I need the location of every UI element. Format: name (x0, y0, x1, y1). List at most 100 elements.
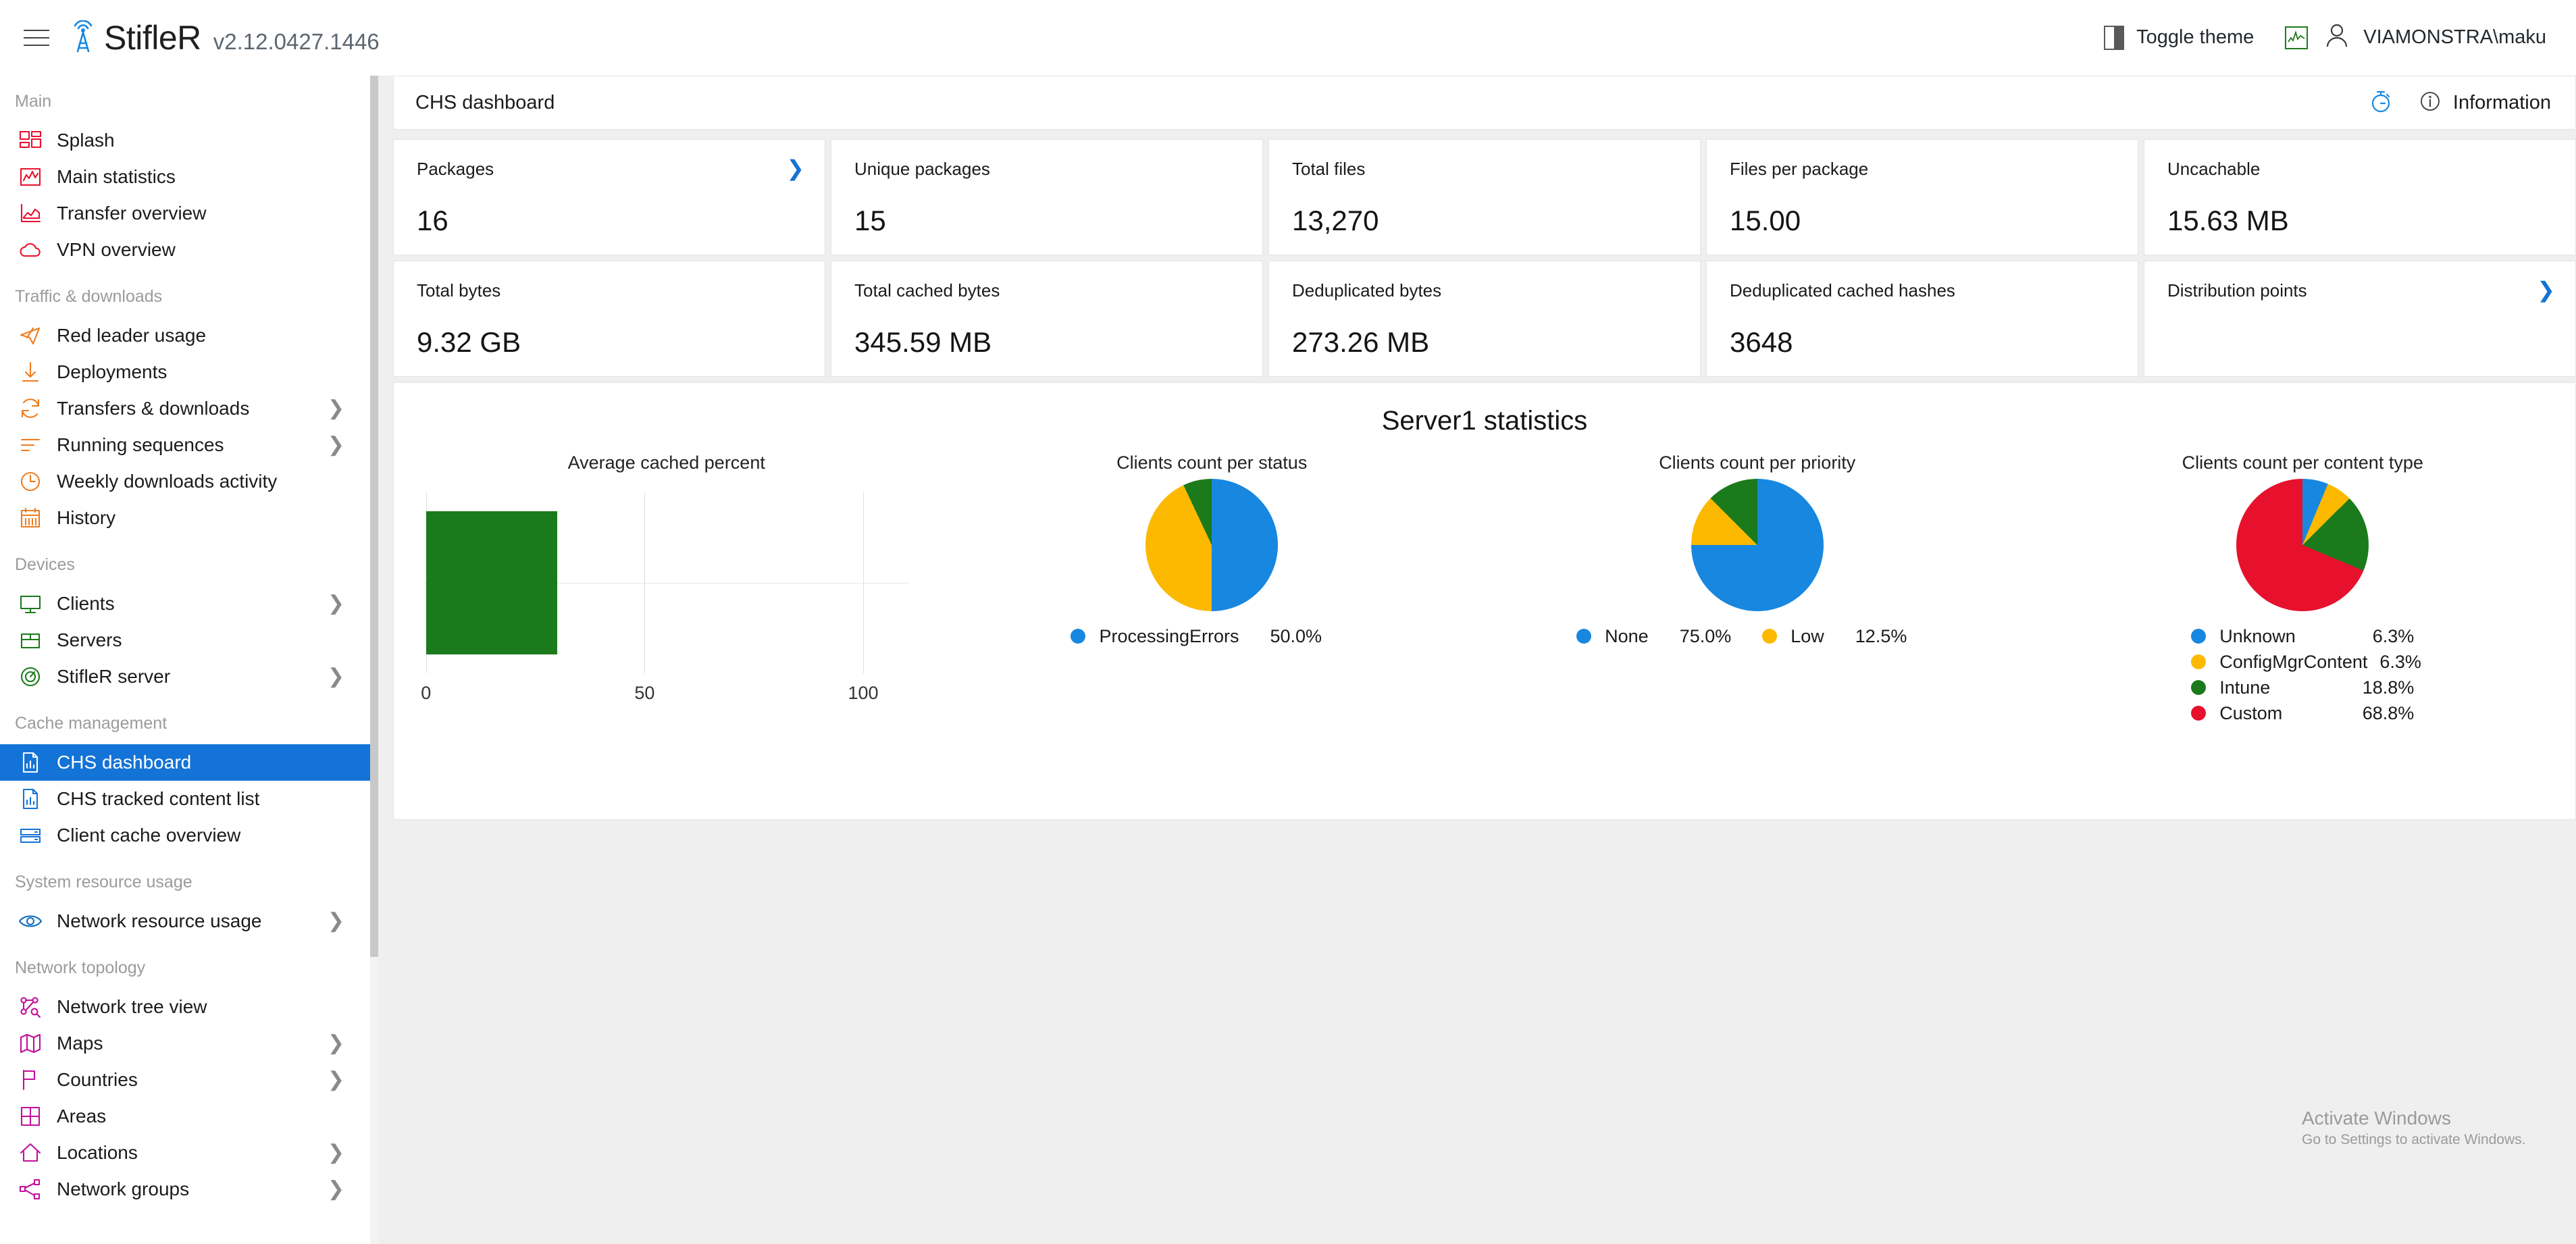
main-content: CHS dashboard Information Packages 16 ❯ Uni… (378, 76, 2576, 1244)
sidebar-item-maps[interactable]: Maps ❯ (0, 1025, 370, 1062)
gauge-icon (15, 661, 46, 692)
legend-item[interactable]: ProcessingErrors 50.0% (1071, 623, 1322, 649)
sidebar-item-weekly-downloads-activity[interactable]: Weekly downloads activity (0, 463, 370, 500)
stat-card[interactable]: Distribution points ❯ (2144, 261, 2576, 377)
user-name: VIAMONSTRA\maku (2363, 26, 2546, 48)
pie-legend: None 75.0% Low 12.5% (1576, 623, 1938, 649)
sidebar-item-main-statistics[interactable]: Main statistics (0, 159, 370, 195)
hamburger-icon[interactable] (18, 19, 55, 57)
stat-card-value: 15.00 (1730, 205, 1801, 236)
chart-clients-per-content-type: Clients count per content type Unknown 6.… (2030, 452, 2576, 726)
legend-color-dot (2191, 680, 2207, 695)
sidebar-nav: Main Splash Main statistics Transfer overvi… (0, 76, 370, 1244)
storage-rack-icon (15, 820, 46, 851)
activate-windows-watermark: Activate Windows Go to Settings to activ… (2302, 1108, 2526, 1148)
info-circle-icon[interactable] (2419, 90, 2441, 115)
sidebar-scrollbar[interactable] (370, 76, 378, 1244)
legend-item[interactable]: None 75.0% (1576, 623, 1731, 649)
legend-color-dot (1762, 629, 1778, 644)
legend-percent: 6.3% (2372, 626, 2415, 646)
sidebar-item-countries[interactable]: Countries ❯ (0, 1062, 370, 1098)
stat-card-title: Total cached bytes (854, 280, 1000, 301)
sidebar-item-network-resource-usage[interactable]: Network resource usage ❯ (0, 903, 370, 939)
legend-item[interactable]: Intune 18.8% (2191, 675, 2414, 700)
sidebar-item-client-cache-overview[interactable]: Client cache overview (0, 817, 370, 854)
sidebar-item-deployments[interactable]: Deployments (0, 354, 370, 390)
area-chart-icon (15, 198, 46, 229)
sidebar-item-locations[interactable]: Locations ❯ (0, 1135, 370, 1171)
theme-contrast-icon (2104, 25, 2125, 50)
legend-item[interactable]: Low 12.5% (1762, 623, 1907, 649)
legend-color-dot (2191, 706, 2207, 721)
bar-chart: 0 50 100 (421, 483, 910, 706)
stifler-antenna-icon (68, 19, 99, 55)
legend-percent: 50.0% (1270, 626, 1322, 646)
stat-card[interactable]: Packages 16 ❯ (393, 139, 825, 255)
toggle-theme-button[interactable]: Toggle theme (2104, 25, 2285, 50)
information-link[interactable]: Information (2453, 92, 2551, 114)
sidebar-item-transfer-overview[interactable]: Transfer overview (0, 195, 370, 232)
watermark-title: Activate Windows (2302, 1108, 2451, 1129)
sidebar-item-stifler-server[interactable]: StifleR server ❯ (0, 658, 370, 695)
sidebar-item-chs-dashboard[interactable]: CHS dashboard (0, 744, 370, 781)
chevron-right-icon: ❯ (327, 397, 344, 419)
sidebar-item-transfers-downloads[interactable]: Transfers & downloads ❯ (0, 390, 370, 427)
stat-card-title: Total files (1292, 159, 1366, 179)
sidebar-item-label: CHS dashboard (57, 752, 192, 773)
sidebar-item-clients[interactable]: Clients ❯ (0, 586, 370, 622)
dashboard-tiles-icon (15, 125, 46, 156)
legend-label: ConfigMgrContent (2219, 652, 2368, 672)
stat-card-title: Files per package (1730, 159, 1869, 179)
gridline-vertical (644, 492, 646, 673)
gridline-vertical (863, 492, 865, 673)
sidebar-item-label: Transfer overview (57, 203, 207, 224)
legend-item[interactable]: Unknown 6.3% (2191, 623, 2414, 649)
sidebar-group-title: Network topology (15, 958, 146, 977)
sidebar-item-red-leader-usage[interactable]: Red leader usage (0, 317, 370, 354)
green-chart-icon[interactable] (2285, 26, 2309, 49)
calendar-icon (15, 502, 46, 534)
legend-label: Unknown (2219, 626, 2296, 646)
legend-item[interactable]: Custom 68.8% (2191, 700, 2414, 726)
list-lines-icon (15, 430, 46, 461)
sidebar-item-vpn-overview[interactable]: VPN overview (0, 232, 370, 268)
sidebar-item-splash[interactable]: Splash (0, 122, 370, 159)
sidebar-item-label: StifleR server (57, 666, 171, 687)
cloud-icon (15, 234, 46, 265)
sidebar-group-title: Main (15, 92, 52, 111)
chart-title: Clients count per status (1116, 452, 1308, 473)
bar-segment (426, 511, 557, 654)
sidebar-item-label: Splash (57, 130, 115, 151)
person-icon[interactable] (2325, 23, 2348, 52)
refresh-cycle-icon (15, 393, 46, 424)
header-actions: Toggle theme VIAMONSTRA\maku (2104, 23, 2546, 52)
sidebar-item-network-groups[interactable]: Network groups ❯ (0, 1171, 370, 1208)
breadcrumb-actions: Information (2369, 89, 2551, 117)
server-statistics-panel: Server1 statistics Average cached percen… (393, 382, 2576, 820)
sidebar-group-title: Traffic & downloads (15, 287, 163, 306)
sidebar-item-label: Clients (57, 593, 115, 614)
sidebar-item-label: Areas (57, 1106, 107, 1126)
breadcrumb-bar: CHS dashboard Information (393, 76, 2576, 130)
sidebar-item-areas[interactable]: Areas (0, 1098, 370, 1135)
sidebar-item-label: Running sequences (57, 434, 224, 455)
sidebar-item-label: VPN overview (57, 239, 176, 260)
stopwatch-icon[interactable] (2369, 89, 2392, 117)
chevron-right-icon: ❯ (327, 1141, 344, 1164)
line-chart-box-icon (15, 161, 46, 192)
legend-label: None (1605, 626, 1649, 646)
sidebar-item-servers[interactable]: Servers (0, 622, 370, 658)
chevron-right-icon[interactable]: ❯ (786, 157, 804, 179)
sidebar-item-label: Network resource usage (57, 910, 262, 931)
stat-card: Uncachable 15.63 MB (2144, 139, 2576, 255)
sidebar-item-history[interactable]: History (0, 500, 370, 536)
charts-row: Average cached percent 0 50 100 Clients … (394, 452, 2575, 726)
sidebar-item-chs-tracked-content-list[interactable]: CHS tracked content list (0, 781, 370, 817)
chevron-right-icon[interactable]: ❯ (2537, 279, 2555, 301)
sidebar-item-network-tree-view[interactable]: Network tree view (0, 989, 370, 1025)
stat-card: Total files 13,270 (1268, 139, 1701, 255)
sidebar-item-running-sequences[interactable]: Running sequences ❯ (0, 427, 370, 463)
sidebar-item-label: Servers (57, 629, 122, 650)
legend-item[interactable]: ConfigMgrContent 6.3% (2191, 649, 2421, 675)
sidebar-scrollbar-thumb[interactable] (370, 76, 378, 957)
